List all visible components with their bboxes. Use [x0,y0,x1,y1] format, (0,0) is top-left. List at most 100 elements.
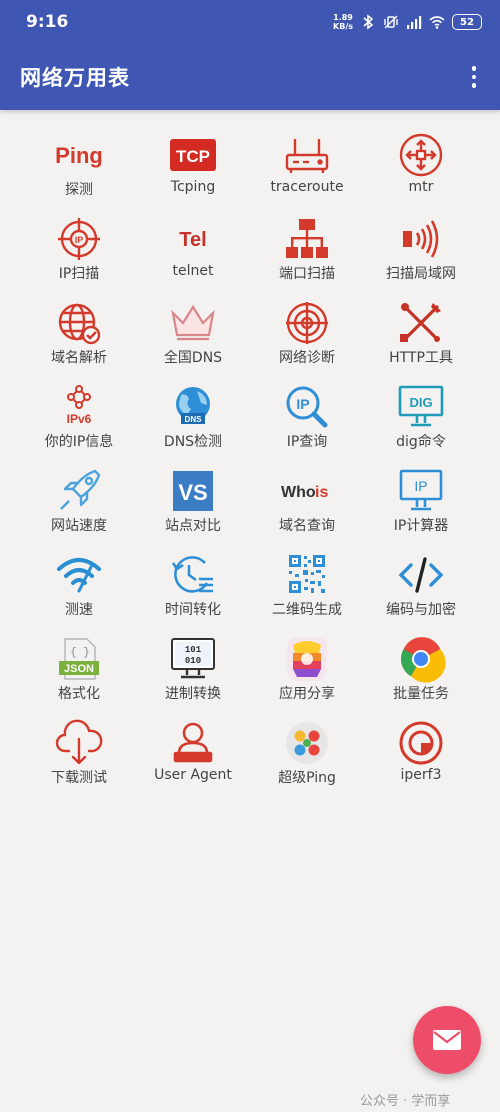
tool-site-speed[interactable]: 网站速度 [22,468,136,552]
radar-ip-icon: IP [54,216,104,262]
chrome-icon [396,636,446,683]
tool-ip-query[interactable]: IP IP查询 [250,384,364,468]
cellular-signal-icon [407,16,422,29]
tool-label: 批量任务 [393,686,449,702]
tool-ping[interactable]: Ping 探测 [22,132,136,216]
tool-label: dig命令 [396,434,446,450]
tool-base-convert[interactable]: 101 010 进制转换 [136,636,250,720]
tool-download-test[interactable]: 下载测试 [22,719,136,804]
tool-speed-test[interactable]: 测速 [22,552,136,636]
svg-text:010: 010 [185,656,201,666]
status-bar: 9:16 1.89 KB/s 52 [0,0,500,44]
tool-label: 扫描局域网 [386,266,456,282]
tool-http[interactable]: HTTP工具 [364,300,478,384]
ip-search-icon: IP [282,384,332,430]
tool-label: 你的IP信息 [44,434,114,450]
tool-batch[interactable]: 批量任务 [364,636,478,720]
tool-app-share[interactable]: 应用分享 [250,636,364,720]
tool-dns-resolve[interactable]: 域名解析 [22,300,136,384]
more-vert-icon [471,66,477,71]
tool-label: 进制转换 [165,686,221,702]
svg-text:JSON: JSON [64,663,94,675]
tool-qrcode[interactable]: 二维码生成 [250,552,364,636]
wifi-speed-icon [54,552,104,598]
tool-traceroute[interactable]: traceroute [250,132,364,216]
tool-site-compare[interactable]: VS 站点对比 [136,468,250,552]
tool-label: IP扫描 [58,266,100,282]
tool-network-diagnose[interactable]: 网络诊断 [250,300,364,384]
tool-time-convert[interactable]: 时间转化 [136,552,250,636]
tool-label: 域名解析 [51,350,107,366]
tool-dns-check[interactable]: DNS DNS检测 [136,384,250,468]
tool-label: traceroute [270,179,344,195]
tool-tcping[interactable]: TCP Tcping [136,132,250,216]
svg-text:is: is [315,484,328,501]
network-speed-unit: KB/s [333,22,353,31]
globe-check-icon [54,300,104,346]
svg-text:{ }: { } [70,647,90,659]
tool-ip-scan[interactable]: IP IP扫描 [22,216,136,300]
tool-iperf3[interactable]: iperf3 [364,720,478,804]
svg-text:Tel: Tel [179,229,206,251]
time-history-icon [168,552,218,598]
tool-label: 编码与加密 [386,602,456,618]
tool-encode[interactable]: 编码与加密 [364,552,478,636]
watermark: 公众号 · 学而享 [360,1094,451,1109]
vibrate-icon [384,15,398,29]
tool-label: iperf3 [400,767,442,783]
tool-label: 测速 [65,602,93,618]
tool-dig[interactable]: DIG dig命令 [364,384,478,468]
tool-ip-info[interactable]: IPv6 你的IP信息 [22,384,136,468]
svg-text:IP: IP [414,478,427,494]
tool-label: 网络诊断 [279,350,335,366]
tool-label: 探测 [65,182,93,198]
tool-label: 二维码生成 [272,602,342,618]
wifi-icon [429,16,445,29]
svg-text:IP: IP [75,235,84,245]
compass-arrows-icon [396,132,446,178]
tool-label: 端口扫描 [279,266,335,282]
tool-label: IP计算器 [393,518,449,534]
ping-icon: Ping [54,132,104,178]
tool-mtr[interactable]: mtr [364,132,478,216]
app-title: 网络万用表 [20,66,130,90]
network-tree-icon [282,216,332,262]
overflow-menu-button[interactable] [464,62,484,92]
tool-lan-scan[interactable]: 扫描局域网 [364,216,478,300]
svg-text:VS: VS [178,480,207,505]
qrcode-icon [282,552,332,598]
share-app-icon [282,636,332,682]
tool-label: IP查询 [286,434,328,450]
tool-label: User Agent [154,767,232,783]
tool-user-agent[interactable]: User Agent [136,720,250,804]
tool-label: 时间转化 [165,602,221,618]
tcp-icon: TCP [168,132,218,178]
tool-label: 域名查询 [279,518,335,534]
tool-ip-calc[interactable]: IP IP计算器 [364,468,478,552]
svg-text:IP: IP [296,396,309,412]
user-agent-icon [168,720,218,766]
tools-icon [396,300,446,346]
tool-format[interactable]: { } JSON 格式化 [22,636,136,720]
tool-port-scan[interactable]: 端口扫描 [250,216,364,300]
svg-text:Who: Who [281,484,316,501]
svg-text:TCP: TCP [176,147,210,166]
vs-icon: VS [168,468,218,514]
tool-whois[interactable]: Who is 域名查询 [250,468,364,552]
tool-national-dns[interactable]: 全国DNS [136,300,250,384]
svg-text:Ping: Ping [55,143,103,168]
svg-text:101: 101 [185,645,202,655]
tool-label: HTTP工具 [389,350,453,366]
app-bar: 网络万用表 [0,44,500,110]
cloud-download-icon [54,719,104,766]
tool-label: 超级Ping [278,770,336,786]
network-speed: 1.89 KB/s [333,13,353,31]
tool-telnet[interactable]: Tel telnet [136,216,250,300]
feedback-fab[interactable] [413,1006,481,1074]
json-icon: { } JSON [54,636,104,682]
whois-icon: Who is [281,468,332,514]
tool-label: telnet [172,263,214,279]
tool-super-ping[interactable]: 超级Ping [250,720,364,804]
tool-label: mtr [408,179,434,195]
tool-label: 应用分享 [279,686,335,702]
